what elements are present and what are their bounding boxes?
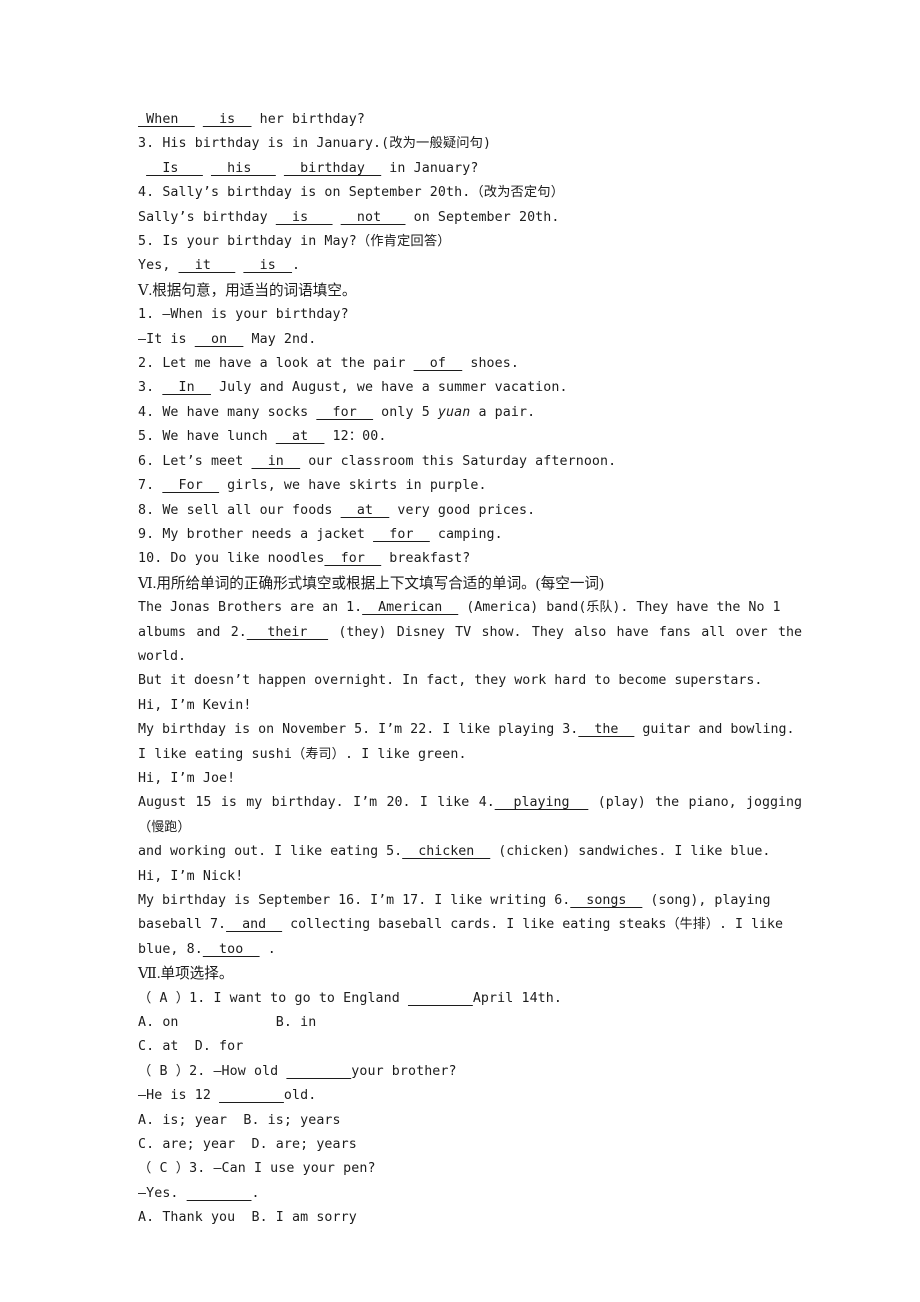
q4-answer-line: Sally’s birthday is not on September 20t… — [138, 209, 560, 225]
vii-q2-blank-2 — [219, 1088, 284, 1103]
q3-blank-is: Is — [146, 160, 203, 176]
section-v-heading: Ⅴ.根据句意，用适当的词语填空。 — [138, 282, 357, 299]
section-v-item-1b: —It is on May 2nd. — [138, 331, 317, 347]
vii-q2-blank-1 — [286, 1064, 351, 1079]
v7-blank: For — [162, 478, 220, 494]
kevin-line-2: I like eating sushi（寿司）. I like green. — [138, 746, 467, 762]
vii-q1-options-2[interactable]: C. at D. for — [138, 1035, 802, 1059]
vi2-blank: their — [246, 624, 329, 640]
section-vi-passage-line-2: albums and 2. their (they) Disney TV sho… — [138, 624, 802, 664]
q2-blank-when: When — [138, 112, 195, 127]
vii-q1-answer-mark: A — [159, 990, 168, 1006]
section-v-item-4: 4. We have many socks for only 5 yuan a … — [138, 404, 536, 420]
nick-line-1: My birthday is September 16. I’m 17. I l… — [138, 893, 771, 908]
han-yuedui: 乐队 — [586, 600, 613, 616]
worksheet-page: When is her birthday? 3. His birthday is… — [0, 0, 920, 1302]
vii-q2-options-2[interactable]: C. are; year D. are; years — [138, 1133, 802, 1157]
section-v-item-10: 10. Do you like noodles for breakfast? — [138, 551, 471, 567]
q5-blank-is: is — [243, 258, 293, 274]
section-v-item-1a: 1. —When is your birthday? — [138, 307, 349, 323]
v5-blank: at — [275, 429, 325, 445]
nick-greeting: Hi, I’m Nick! — [138, 868, 244, 884]
v6-blank: in — [251, 453, 301, 469]
section-vi-passage-line-1: The Jonas Brothers are an 1. American (A… — [138, 600, 781, 616]
section-v-item-6: 6. Let’s meet in our classroom this Satu… — [138, 453, 617, 469]
vi8-blank: too — [202, 941, 260, 957]
vi1-blank: American — [362, 600, 459, 616]
vii-q2-stem-2: —He is 12 old. — [138, 1088, 317, 1104]
joe-line-2: and working out. I like eating 5. chicke… — [138, 844, 771, 860]
section-v-item-9: 9. My brother needs a jacket for camping… — [138, 526, 503, 542]
vii-q3-answer-mark: C — [159, 1161, 168, 1177]
vi7-blank: and — [226, 917, 283, 933]
v8-blank: at — [340, 502, 390, 518]
vii-q2-stem: （ B ）2. —How old your brother? — [138, 1063, 457, 1079]
nick-line-3: blue, 8. too . — [138, 941, 276, 957]
han-niupai: 牛排 — [679, 917, 706, 933]
section-v-item-8: 8. We sell all our foods at very good pr… — [138, 502, 536, 518]
vi4-blank: playing — [494, 795, 589, 811]
section-v-item-3: 3. In July and August, we have a summer … — [138, 380, 568, 396]
vi6-blank: songs — [570, 893, 643, 908]
vii-q3-stem: （ C ）3. —Can I use your pen? — [138, 1161, 376, 1177]
section-vi-heading: Ⅵ.用所给单词的正确形式填空或根据上下文填写合适的单词。(每空一词) — [138, 575, 604, 592]
section-v-item-2: 2. Let me have a look at the pair of sho… — [138, 356, 519, 372]
q2-answer-line: When is her birthday? — [138, 112, 365, 127]
v9-blank: for — [373, 526, 430, 542]
q3-blank-birthday: birthday — [283, 160, 382, 176]
vii-q2-options-1[interactable]: A. is; year B. is; years — [138, 1109, 802, 1133]
kevin-line-1: My birthday is on November 5. I’m 22. I … — [138, 722, 795, 738]
section-vii-heading: Ⅶ.单项选择。 — [138, 966, 234, 983]
q4-blank-not: not — [340, 209, 406, 225]
v10-blank: for — [324, 551, 382, 567]
v3-blank: In — [162, 380, 211, 396]
vii-q1-options-1[interactable]: A. on B. in — [138, 1011, 802, 1035]
q5-blank-it: it — [178, 258, 236, 274]
joe-line-1: August 15 is my birthday. I’m 20. I like… — [138, 795, 803, 835]
han-manpao: 慢跑 — [151, 819, 178, 835]
vii-q3-stem-2: —Yes. . — [138, 1185, 260, 1201]
vii-q2-answer-mark: B — [159, 1063, 168, 1079]
q5-prompt: 5. Is your birthday in May?（作肯定回答） — [138, 234, 451, 250]
kevin-greeting: Hi, I’m Kevin! — [138, 697, 252, 713]
q4-blank-is: is — [275, 209, 333, 225]
section-v-item-7: 7. For girls, we have skirts in purple. — [138, 478, 487, 494]
vii-q1-blank — [408, 991, 473, 1006]
section-v-item-5: 5. We have lunch at 12：00. — [138, 429, 387, 445]
q5-answer-line: Yes, it is . — [138, 258, 301, 274]
q3-prompt: 3. His birthday is in January.(改为一般疑问句) — [138, 136, 492, 152]
han-shousi: 寿司 — [305, 746, 332, 762]
q4-prompt: 4. Sally’s birthday is on September 20th… — [138, 185, 565, 201]
v1-blank: on — [194, 331, 244, 347]
vi3-blank: the — [578, 722, 635, 738]
vii-q3-options-1[interactable]: A. Thank you B. I am sorry — [138, 1206, 802, 1230]
q2-blank-is: is — [202, 112, 252, 127]
yuan-italic: yuan — [437, 404, 471, 420]
nick-line-2: baseball 7. and collecting baseball card… — [138, 917, 784, 933]
section-vi-passage-line-3: But it doesn’t happen overnight. In fact… — [138, 673, 763, 689]
q3-blank-his: his — [210, 160, 276, 176]
v2-blank: of — [413, 356, 463, 372]
vii-q1-stem: （ A ）1. I want to go to England April 14… — [138, 990, 562, 1006]
v4-blank: for — [316, 404, 374, 420]
worksheet-content: When is her birthday? 3. His birthday is… — [138, 108, 802, 1231]
joe-greeting: Hi, I’m Joe! — [138, 770, 236, 786]
vii-q3-blank — [187, 1186, 252, 1201]
vi5-blank: chicken — [402, 844, 491, 860]
q3-answer-line: Is his birthday in January? — [146, 160, 479, 176]
